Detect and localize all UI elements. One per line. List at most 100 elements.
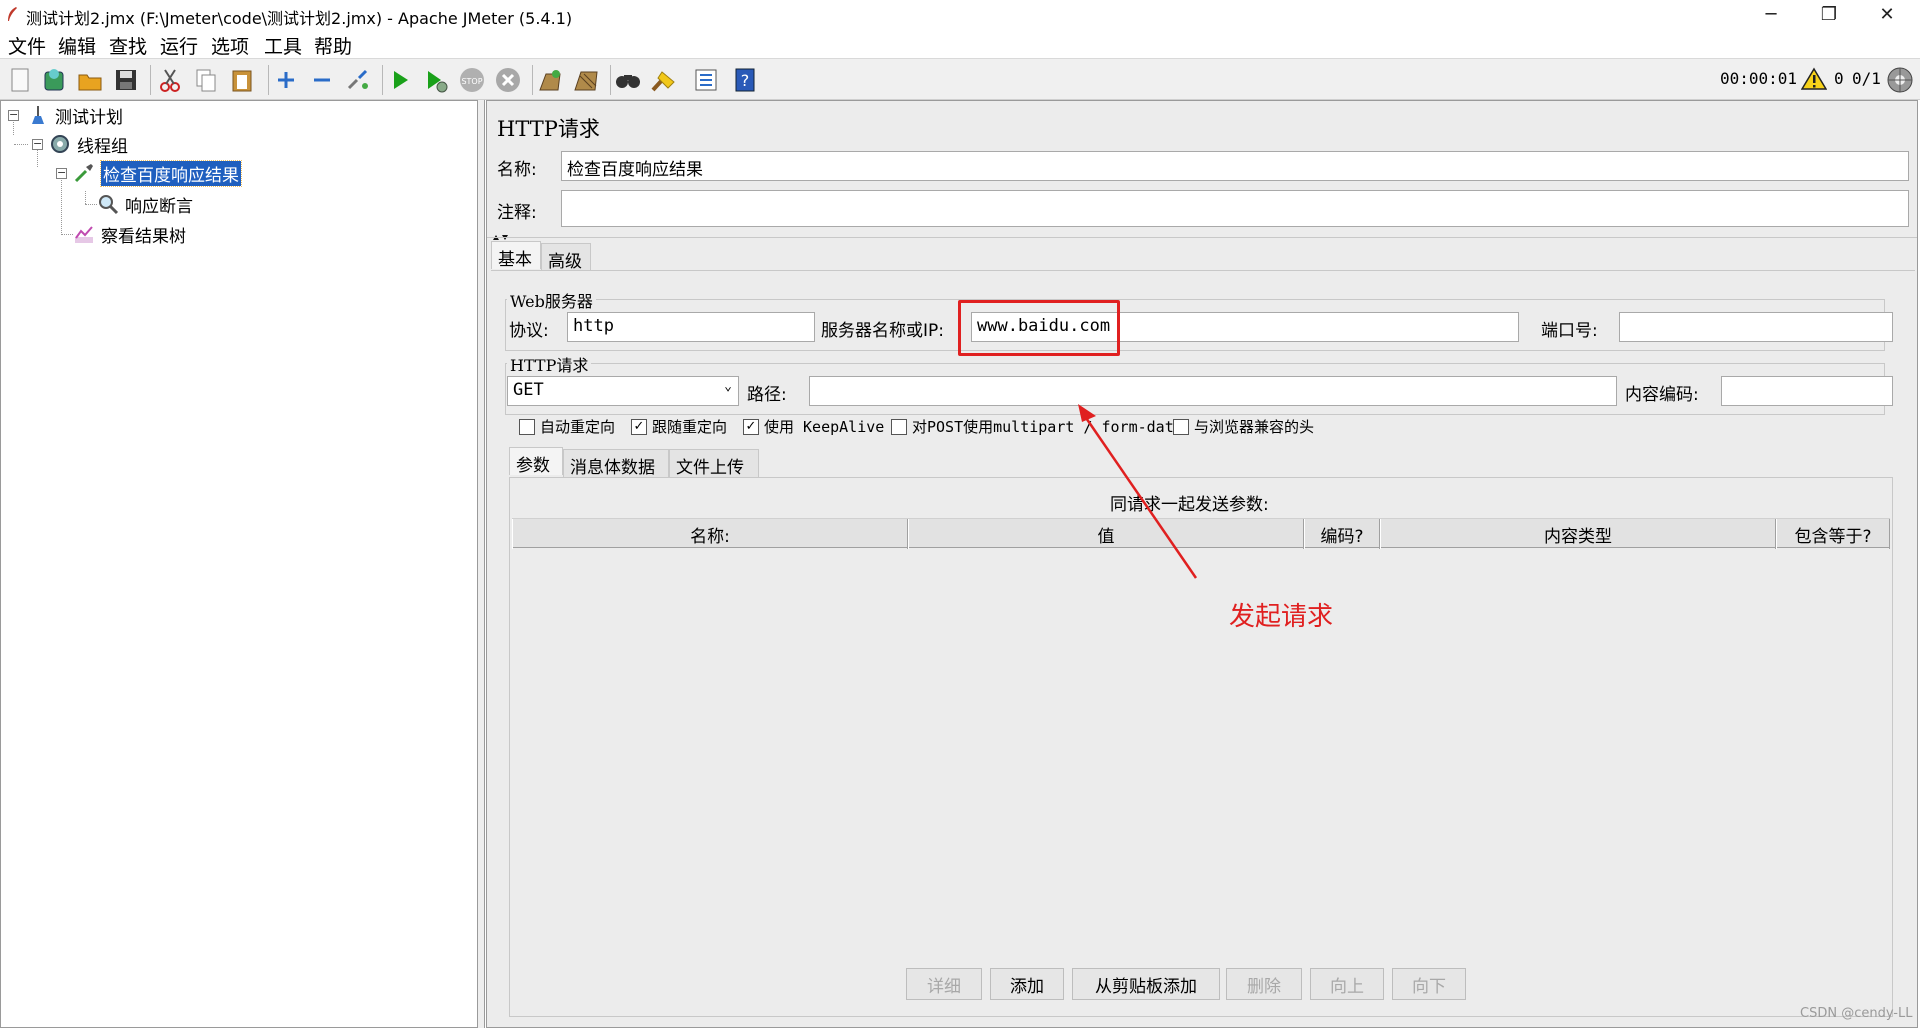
path-field[interactable] [809, 376, 1617, 406]
clear-all-icon[interactable] [572, 66, 600, 94]
tab-file-upload[interactable]: 文件上传 [669, 449, 759, 478]
shutdown-icon[interactable] [494, 66, 522, 94]
remote-engine-icon[interactable] [1886, 66, 1914, 94]
tree-node-listener[interactable]: 察看结果树 [73, 221, 186, 247]
checkbox-auto-redirect[interactable]: 自动重定向 [519, 416, 615, 437]
templates-icon[interactable] [40, 66, 68, 94]
protocol-field[interactable]: http [567, 312, 815, 342]
tree-label-thread-group: 线程组 [77, 136, 128, 157]
tab-parameters[interactable]: 参数 [509, 447, 563, 476]
cut-icon[interactable] [156, 66, 184, 94]
reset-search-icon[interactable] [650, 66, 678, 94]
restore-button[interactable]: ❐ [1800, 0, 1858, 29]
tree-node-sampler[interactable]: 检查百度响应结果 [73, 159, 242, 187]
encoding-label: 内容编码: [1625, 385, 1699, 405]
checkbox-box [891, 418, 907, 435]
tree-node-plan[interactable]: 测试计划 [27, 102, 123, 128]
minimize-button[interactable]: ─ [1742, 0, 1800, 29]
toolbar: STOP ? 00:00:01 0 0/1 [0, 58, 1920, 100]
column-name[interactable]: 名称: [512, 519, 908, 549]
assertion-magnifier-icon [99, 195, 119, 215]
name-label: 名称: [497, 160, 537, 180]
jmeter-feather-icon [8, 7, 17, 21]
http-request-title: HTTP请求 [507, 352, 592, 376]
listener-graph-icon [75, 226, 93, 243]
start-icon[interactable] [386, 66, 414, 94]
close-button[interactable]: ✕ [1858, 0, 1916, 29]
menu-edit[interactable]: 编辑 [58, 32, 96, 59]
method-select[interactable]: GET ⌄ [507, 376, 739, 406]
check-icon: ✓ [631, 418, 647, 435]
menu-help[interactable]: 帮助 [314, 32, 352, 59]
tree-toggle-sampler[interactable]: − [56, 167, 67, 179]
expand-icon[interactable] [272, 66, 300, 94]
collapse-icon[interactable] [308, 66, 336, 94]
menu-options[interactable]: 选项 [211, 32, 249, 59]
toolbar-separator [150, 65, 151, 95]
menu-search[interactable]: 查找 [109, 32, 147, 59]
tree-node-assertion[interactable]: 响应断言 [97, 191, 193, 217]
toolbar-separator [532, 65, 533, 95]
function-helper-icon[interactable] [692, 66, 720, 94]
svg-text:STOP: STOP [461, 77, 482, 86]
annotation-arrow-icon [1078, 404, 1198, 579]
tab-body-data[interactable]: 消息体数据 [563, 449, 669, 478]
split-pane-divider[interactable] [478, 100, 485, 1028]
thread-group-gear-icon [51, 135, 69, 153]
menu-run[interactable]: 运行 [160, 32, 198, 59]
save-icon[interactable] [112, 66, 140, 94]
encoding-field[interactable] [1721, 376, 1893, 406]
paste-icon[interactable] [228, 66, 256, 94]
tree-node-thread-group[interactable]: 线程组 [49, 131, 128, 157]
toolbar-separator [268, 65, 269, 95]
checkbox-label: 使用 KeepAlive [764, 418, 885, 436]
checkbox-label: 与浏览器兼容的头 [1194, 418, 1315, 436]
comment-field[interactable] [561, 190, 1909, 227]
name-field[interactable]: 检查百度响应结果 [561, 151, 1909, 181]
checkbox-box [519, 418, 535, 435]
copy-icon[interactable] [192, 66, 220, 94]
column-encode[interactable]: 编码? [1304, 519, 1380, 549]
delete-button[interactable]: 删除 [1226, 968, 1302, 1000]
tree-label-sampler: 检查百度响应结果 [100, 159, 242, 187]
watermark: CSDN @cendy-LL [1800, 1006, 1913, 1021]
elapsed-timer: 00:00:01 [1720, 69, 1798, 88]
open-icon[interactable] [76, 66, 104, 94]
checkbox-keepalive[interactable]: ✓ 使用 KeepAlive [743, 416, 884, 437]
detail-button[interactable]: 详细 [906, 968, 982, 1000]
column-include-equals[interactable]: 包含等于? [1776, 519, 1890, 549]
tab-advanced[interactable]: 高级 [541, 243, 591, 272]
web-server-title: Web服务器 [507, 288, 596, 312]
tab-basic[interactable]: 基本 [491, 241, 541, 270]
new-icon[interactable] [6, 66, 34, 94]
server-label: 服务器名称或IP: [821, 321, 944, 341]
clear-icon[interactable] [536, 66, 564, 94]
help-icon[interactable]: ? [731, 66, 759, 94]
method-value: GET [513, 380, 544, 400]
tree-label-plan: 测试计划 [55, 107, 123, 128]
start-no-pause-icon[interactable] [422, 66, 450, 94]
add-from-clipboard-button[interactable]: 从剪贴板添加 [1072, 968, 1220, 1000]
title-bar: 测试计划2.jmx (F:\Jmeter\code\测试计划2.jmx) - A… [0, 0, 1920, 29]
test-plan-tree: − 测试计划 − 线程组 − 检查百度响应结果 响应断言 察看结果树 [0, 100, 478, 1028]
stop-icon[interactable]: STOP [458, 66, 486, 94]
panel-title: HTTP请求 [497, 117, 600, 141]
warning-icon[interactable] [1801, 67, 1827, 91]
checkbox-follow-redirect[interactable]: ✓ 跟随重定向 [631, 416, 727, 437]
port-field[interactable] [1619, 312, 1893, 342]
move-down-button[interactable]: 向下 [1392, 968, 1466, 1000]
toggle-icon[interactable] [344, 66, 372, 94]
tree-toggle-thread-group[interactable]: − [32, 138, 43, 150]
tab-underline [491, 270, 1915, 271]
tree-toggle-plan[interactable]: − [8, 109, 19, 121]
parameters-table-body [512, 549, 1890, 949]
search-icon[interactable] [614, 66, 642, 94]
test-plan-icon [32, 106, 44, 124]
port-label: 端口号: [1541, 321, 1598, 341]
window-title: 测试计划2.jmx (F:\Jmeter\code\测试计划2.jmx) - A… [26, 9, 573, 28]
move-up-button[interactable]: 向上 [1310, 968, 1384, 1000]
add-button[interactable]: 添加 [990, 968, 1064, 1000]
menu-tools[interactable]: 工具 [264, 32, 302, 59]
menu-file[interactable]: 文件 [8, 32, 46, 59]
column-content-type[interactable]: 内容类型 [1380, 519, 1776, 549]
